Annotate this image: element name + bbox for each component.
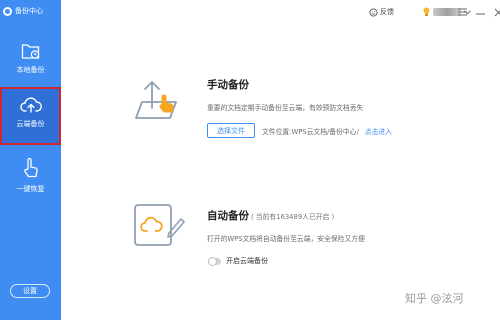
auto-backup-description: 打开的WPS文档将自动备份至云端，安全保险又方便	[207, 235, 365, 243]
auto-backup-title: 自动备份	[207, 210, 249, 222]
enable-cloud-backup-label: 开启云端备份	[226, 257, 268, 265]
manual-backup-title: 手动备份	[207, 79, 249, 91]
menu-icon[interactable]	[457, 7, 467, 17]
settings-button[interactable]: 设置	[10, 284, 50, 298]
auto-backup-title-row: 自动备份( 当前有163489人已开启 )	[207, 208, 334, 223]
manual-backup-description: 重要的文档定期手动备份至云端，有效预防文档丢失	[207, 104, 364, 112]
auto-backup-document-icon	[134, 204, 185, 246]
sidebar: 备份中心 本地备份 云端备份 一键恢复 设置	[0, 0, 61, 320]
sidebar-item-local-backup[interactable]: 本地备份	[0, 33, 61, 91]
feedback-icon	[369, 7, 378, 17]
enable-cloud-backup-row: 开启云端备份	[208, 256, 268, 266]
folder-clock-icon	[21, 44, 39, 59]
hand-pointer-icon	[23, 157, 38, 178]
file-location: 文件位置:WPS云文档/备份中心/点击进入	[262, 126, 392, 136]
minimize-icon[interactable]	[475, 7, 485, 17]
sidebar-item-label: 一键恢复	[16, 185, 45, 193]
close-icon[interactable]	[493, 7, 500, 17]
app-title: 备份中心	[3, 4, 43, 18]
feedback-button[interactable]: 反馈	[369, 5, 394, 19]
auto-backup-user-count: ( 当前有163489人已开启 )	[251, 213, 335, 221]
sidebar-item-label: 云端备份	[16, 120, 45, 128]
enable-cloud-backup-toggle[interactable]	[208, 256, 221, 266]
select-file-button[interactable]: 选择文件	[207, 123, 255, 138]
title-bar: 反馈	[61, 0, 500, 24]
manual-upload-icon	[135, 81, 177, 119]
open-location-link[interactable]: 点击进入	[365, 128, 392, 136]
sidebar-item-label: 本地备份	[16, 66, 45, 74]
window-controls	[457, 5, 500, 19]
cloud-upload-icon	[19, 97, 42, 113]
file-location-text: 文件位置:WPS云文档/备份中心/	[262, 128, 359, 136]
sidebar-item-cloud-backup[interactable]: 云端备份	[0, 87, 61, 145]
sidebar-item-one-click-restore[interactable]: 一键恢复	[0, 148, 61, 206]
app-logo-icon	[3, 6, 12, 16]
app-title-text: 备份中心	[15, 7, 43, 15]
feedback-label: 反馈	[380, 8, 394, 16]
watermark: 知乎 @泫河	[405, 292, 464, 305]
lightbulb-icon	[423, 7, 430, 16]
